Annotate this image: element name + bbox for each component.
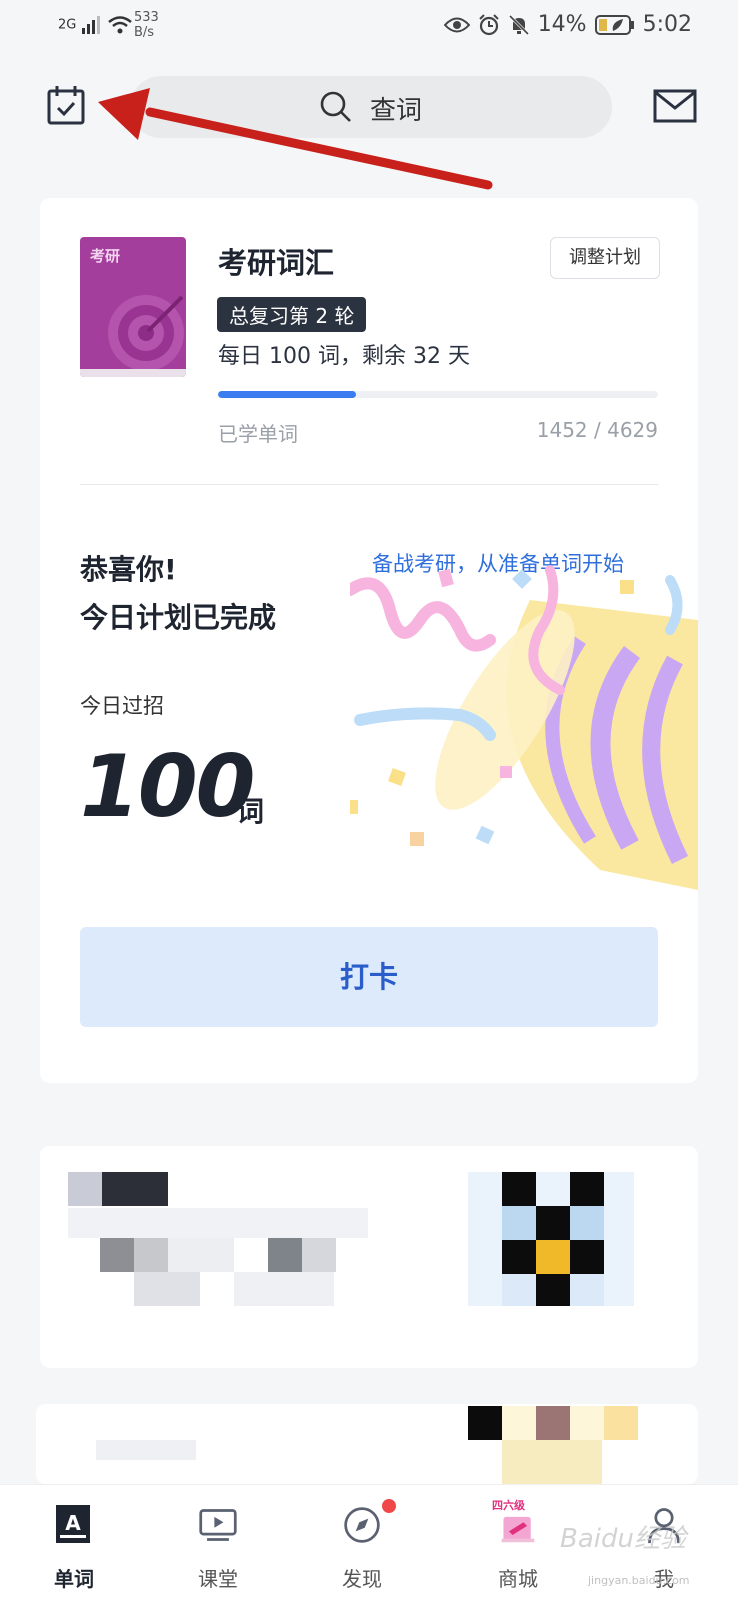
wifi-icon	[107, 16, 132, 34]
pixelated-block	[536, 1406, 570, 1440]
book-cover[interactable]: 考研	[80, 237, 186, 377]
alarm-icon	[478, 13, 499, 35]
eye-icon	[443, 17, 470, 32]
pixelated-block	[536, 1274, 570, 1306]
pixelated-block	[536, 1206, 570, 1240]
pixelated-block	[168, 1238, 234, 1272]
search-icon	[320, 91, 351, 122]
today-word-unit: 词	[236, 795, 265, 828]
signal-indicator: 2G	[58, 14, 133, 36]
party-popper-illustration	[350, 565, 698, 890]
search-bar[interactable]: 查词	[130, 76, 612, 138]
pixelated-block	[68, 1172, 102, 1206]
svg-text:A: A	[65, 1511, 81, 1535]
pixelated-block	[468, 1406, 502, 1440]
book-cover-tag: 考研	[90, 247, 121, 265]
tab-words[interactable]: A 单词	[14, 1485, 134, 1601]
review-round-badge: 总复习第 2 轮	[217, 297, 367, 332]
pixelated-block	[134, 1238, 168, 1272]
today-word-count: 100	[80, 737, 256, 837]
pixelated-block	[68, 1208, 368, 1238]
battery-percent: 14%	[537, 12, 587, 37]
book-title: 考研词汇	[218, 246, 335, 280]
calendar-check-icon	[47, 86, 85, 125]
pixelated-block	[268, 1238, 302, 1272]
learned-count: 1452 / 4629	[536, 418, 658, 442]
status-right: 14% 5:02	[443, 12, 692, 37]
pixelated-block	[604, 1406, 638, 1440]
pixelated-block	[134, 1272, 200, 1306]
pixelated-block	[570, 1274, 604, 1306]
mute-bell-icon	[508, 14, 529, 35]
search-placeholder: 查词	[370, 96, 423, 126]
pixelated-block	[570, 1240, 604, 1274]
progress-fill	[218, 391, 357, 398]
tab-classroom[interactable]: 课堂	[158, 1485, 278, 1601]
checkin-button[interactable]: 打卡	[80, 927, 658, 1027]
shop-badge-text: 四六级	[492, 1499, 525, 1512]
pixelated-block	[536, 1240, 570, 1274]
tab-label: 课堂	[198, 1567, 238, 1591]
signal-bars-icon	[81, 16, 100, 34]
pixelated-block	[502, 1172, 536, 1206]
battery-icon	[594, 14, 634, 35]
learned-label: 已学单词	[218, 422, 298, 446]
speed-value: 533	[134, 10, 159, 25]
congrats-line-1: 恭喜你!	[80, 553, 177, 586]
today-review-label: 今日过招	[80, 694, 164, 718]
watermark-url: jingyan.baidu.com	[588, 1574, 690, 1587]
congrats-message: 恭喜你! 今日计划已完成	[80, 546, 276, 642]
word-icon: A	[56, 1505, 90, 1543]
adjust-plan-button[interactable]: 调整计划	[550, 237, 660, 279]
book-bottom-edge	[80, 369, 186, 377]
pixelated-block	[570, 1206, 604, 1240]
clock: 5:02	[642, 12, 692, 37]
pixelated-block	[302, 1238, 336, 1272]
learned-progress-bar	[218, 391, 658, 398]
tab-discover[interactable]: 发现	[302, 1485, 422, 1601]
pixelated-block	[96, 1440, 196, 1460]
promo-card[interactable]	[36, 1404, 698, 1484]
pixelated-block	[234, 1272, 334, 1306]
notification-dot	[382, 1499, 396, 1513]
pixelated-block	[502, 1206, 536, 1240]
message-button[interactable]	[652, 86, 698, 126]
pixelated-block	[502, 1406, 536, 1440]
pixelated-block	[570, 1172, 604, 1206]
tab-label: 单词	[54, 1567, 94, 1591]
calendar-button[interactable]	[44, 84, 90, 130]
network-type: 2G	[58, 17, 77, 33]
network-speed: 533 B/s	[134, 10, 159, 40]
promo-card[interactable]	[40, 1146, 698, 1368]
divider	[80, 484, 658, 485]
pixelated-block	[570, 1406, 604, 1440]
speed-unit: B/s	[134, 25, 155, 40]
congrats-line-2: 今日计划已完成	[80, 601, 277, 634]
classroom-icon	[199, 1509, 237, 1541]
status-bar: 2G 533 B/s 14% 5:02	[0, 0, 738, 56]
tab-label: 发现	[342, 1567, 382, 1591]
pixelated-block	[100, 1238, 134, 1272]
pixelated-block	[502, 1440, 602, 1484]
pixelated-block	[502, 1240, 536, 1274]
compass-icon	[344, 1507, 380, 1543]
pixelated-block	[502, 1274, 536, 1306]
mail-icon	[653, 89, 697, 123]
watermark: Baidu经验	[560, 1524, 686, 1554]
tab-label: 商城	[498, 1567, 538, 1591]
daily-plan-info: 每日 100 词，剩余 32 天	[218, 344, 470, 369]
target-icon	[108, 295, 184, 371]
